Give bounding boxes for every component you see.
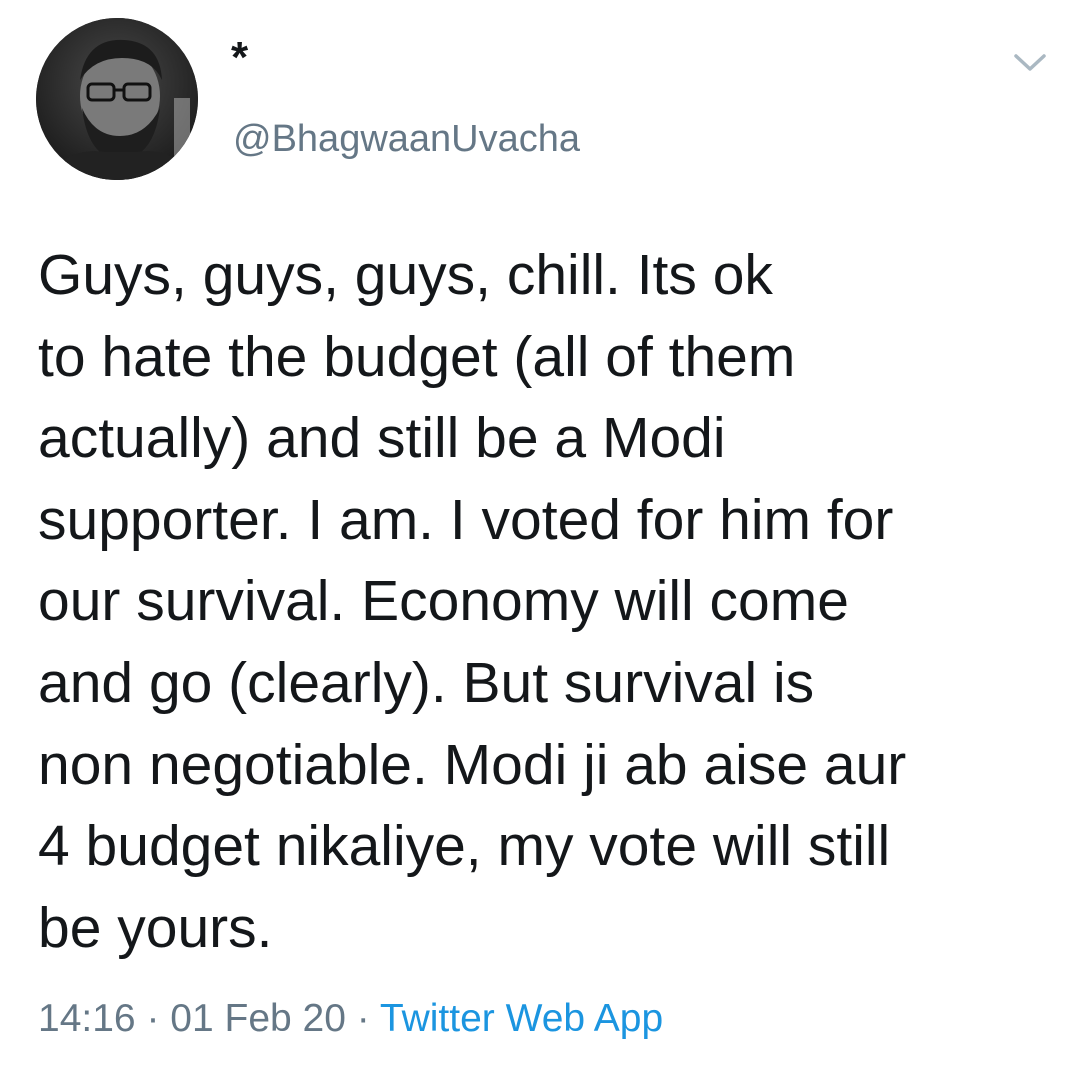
tweet-time[interactable]: 14:16 — [38, 997, 136, 1040]
user-handle[interactable]: @BhagwaanUvacha — [233, 116, 580, 162]
tweet-source-link[interactable]: Twitter Web App — [380, 997, 663, 1040]
avatar[interactable] — [36, 18, 198, 180]
profile-photo-icon — [36, 18, 198, 180]
meta-separator: · — [356, 997, 370, 1040]
tweet-text-line: and go (clearly). But survival is — [38, 650, 815, 715]
tweet-date[interactable]: 01 Feb 20 — [170, 997, 346, 1040]
chevron-down-icon — [1014, 54, 1046, 71]
tweet-text-line: to hate the budget (all of them — [38, 324, 796, 389]
tweet-text-line: 4 budget nikaliye, my vote will still — [38, 814, 891, 879]
tweet-text-line: actually) and still be a Modi — [38, 406, 726, 471]
display-name[interactable]: * — [231, 36, 248, 80]
tweet-text-line: Guys, guys, guys, chill. Its ok — [38, 243, 773, 307]
meta-separator: · — [146, 997, 160, 1040]
tweet-meta: 14:16 · 01 Feb 20 · Twitter Web App — [38, 996, 663, 1042]
tweet-text-line: our survival. Economy will come — [38, 569, 849, 634]
tweet-text-line: non negotiable. Modi ji ab aise aur — [38, 732, 907, 797]
tweet-text: Guys, guys, guys, chill. Its ok to hate … — [38, 235, 1048, 969]
tweet-text-line: supporter. I am. I voted for him for — [38, 487, 894, 552]
tweet-menu-button[interactable] — [1010, 46, 1050, 80]
tweet-text-line: be yours. — [38, 895, 273, 960]
